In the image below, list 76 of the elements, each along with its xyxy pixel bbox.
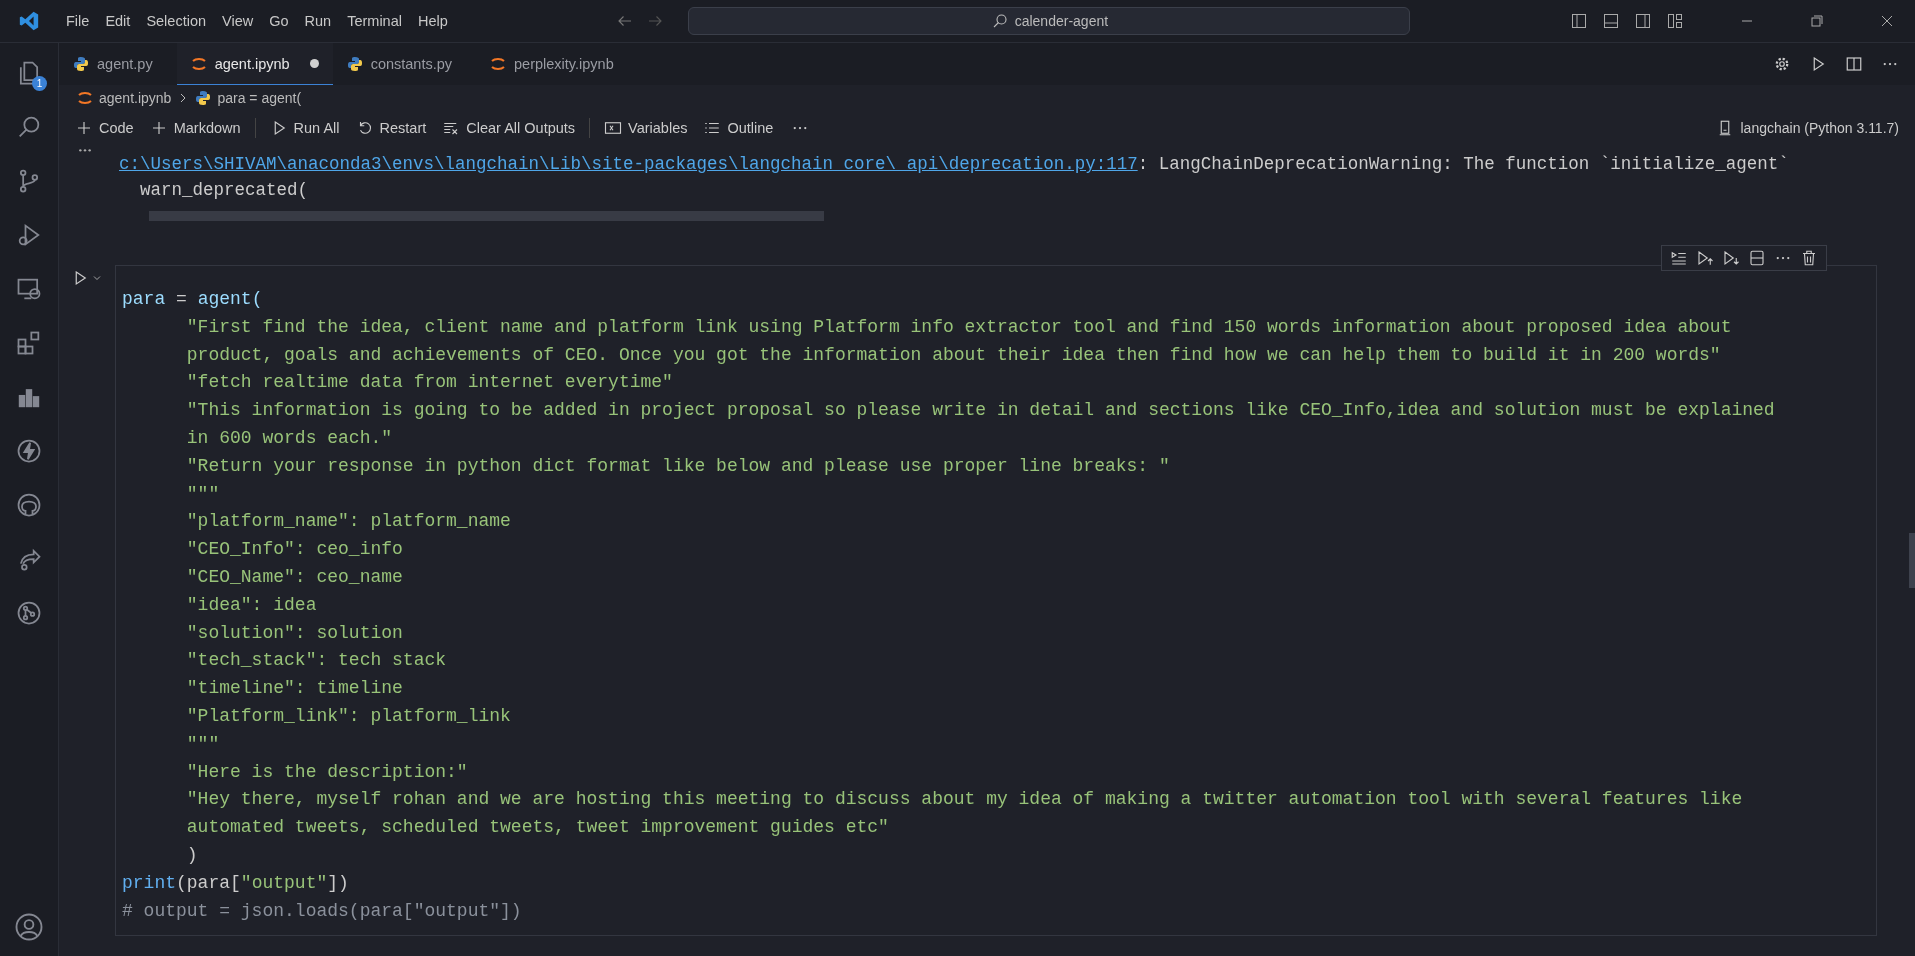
- toolbar-button[interactable]: Markdown: [143, 116, 247, 140]
- menu-item[interactable]: Edit: [97, 9, 139, 33]
- code-line: para = agent(: [121, 288, 264, 311]
- code-cell[interactable]: [115, 265, 1877, 937]
- code-line: "CEO_Name": ceo_name: [185, 565, 404, 589]
- layout-icon[interactable]: [1667, 13, 1683, 29]
- output-line: warn_deprecated(: [139, 179, 310, 202]
- menu-item[interactable]: View: [214, 9, 262, 33]
- breadcrumb-item[interactable]: para = agent(: [217, 90, 302, 106]
- vertical-scrollbar[interactable]: [1909, 533, 1915, 588]
- code-line: print(para["output"]): [121, 871, 350, 895]
- app-logo-icon[interactable]: [18, 10, 40, 32]
- restore-icon[interactable]: [1809, 13, 1825, 29]
- variables-icon: [604, 119, 623, 137]
- menu-item[interactable]: Help: [409, 9, 456, 33]
- plus-icon: [75, 119, 93, 137]
- code-line: "First find the idea, client name and platform link using Platform info extractor tool and find 150 words information about proposed idea about: [185, 315, 1733, 339]
- toolbar-button[interactable]: Run All: [263, 116, 346, 140]
- code-line: "Platform_link": platform_link: [185, 704, 512, 728]
- run-above-icon[interactable]: [1696, 249, 1714, 267]
- sidebar-toggle-icon[interactable]: [1571, 13, 1587, 29]
- code-line: ): [185, 843, 199, 867]
- code-line: automated tweets, scheduled tweets, tweet improvement guides etc": [185, 816, 890, 840]
- code-line: "Here is the description:": [185, 760, 469, 784]
- code-line: "This information is going to be added in project proposal so please write in detail and sections like CEO_Info,idea and solution must be explained: [185, 399, 1776, 423]
- code-line: "tech_stack": tech stack: [185, 649, 448, 673]
- notebook-file-icon: [190, 55, 207, 72]
- close-icon[interactable]: [1879, 13, 1895, 29]
- menu-item[interactable]: Selection: [138, 9, 215, 33]
- toolbar-button[interactable]: Restart: [349, 116, 433, 140]
- run-below-icon[interactable]: [1722, 249, 1740, 267]
- editor-tab[interactable]: agent.ipynb: [176, 43, 333, 85]
- code-line: """: [185, 482, 221, 506]
- git-circle-icon[interactable]: [15, 599, 43, 627]
- settings-icon[interactable]: [1773, 55, 1791, 73]
- code-line: "Hey there, myself rohan and we are hosting this meeting to discuss about my idea of making a twitter automation tool with several features like: [185, 788, 1744, 812]
- code-line: # output = json.loads(para["output"]): [121, 899, 523, 923]
- menu-item[interactable]: File: [58, 9, 98, 33]
- github-icon[interactable]: [15, 491, 43, 519]
- warning-message: c:\Users\SHIVAM\anaconda3\envs\langchain\Lib\site-packages\langchain_core\_api\deprecation.py:117: LangChainDeprecationWarning: The function `initialize_agent`: [119, 153, 1790, 176]
- breadcrumb-item[interactable]: agent.ipynb: [99, 90, 172, 106]
- search-field[interactable]: calender-agent: [688, 7, 1411, 35]
- code-line: "solution": solution: [185, 621, 404, 645]
- python-file-icon: [195, 90, 212, 106]
- code-line: product, goals and achievements of CEO. Once you got the information about their idea then find how we can help them to build it in 200 words": [185, 343, 1722, 367]
- notebook-file-icon: [490, 56, 507, 72]
- account-icon[interactable]: [14, 912, 44, 942]
- code-line: "fetch realtime data from internet everytime": [185, 371, 674, 395]
- menu-item[interactable]: Terminal: [339, 9, 410, 33]
- code-line: in 600 words each.": [185, 427, 394, 450]
- code-line: "idea": idea: [185, 593, 318, 617]
- menu-item[interactable]: Run: [296, 9, 340, 33]
- secondary-sidebar-icon[interactable]: [1635, 13, 1651, 29]
- toolbar-button[interactable]: Code: [69, 116, 140, 140]
- notebook-file-icon: [77, 90, 93, 106]
- kernel-picker[interactable]: langchain (Python 3.11.7): [1740, 120, 1899, 136]
- split-editor-icon[interactable]: [1845, 55, 1863, 73]
- split-cell-icon[interactable]: [1748, 249, 1766, 267]
- lightning-icon[interactable]: [15, 437, 43, 465]
- menu-item[interactable]: Go: [261, 9, 297, 33]
- horizontal-scrollbar[interactable]: [149, 211, 824, 221]
- delete-icon[interactable]: [1800, 249, 1818, 267]
- python-file-icon: [346, 56, 363, 72]
- code-line: "Return your response in python dict format like below and please use proper line breaks: ": [185, 454, 1171, 478]
- panel-toggle-icon[interactable]: [1603, 13, 1619, 29]
- code-line: "CEO_Info": ceo_info: [185, 538, 404, 562]
- file-link[interactable]: c:\Users\SHIVAM\anaconda3\envs\langchain\Lib\site-packages\langchain_core\_api\deprecation.py:117: [119, 154, 1138, 174]
- run-by-line-icon[interactable]: [1670, 249, 1688, 267]
- code-line: "platform_name": platform_name: [185, 510, 512, 534]
- code-line: "timeline": timeline: [185, 677, 404, 701]
- toolbar-button[interactable]: Variables: [598, 116, 694, 140]
- code-line: """: [185, 732, 221, 756]
- toolbar-button[interactable]: Clear All Outputs: [436, 116, 582, 140]
- notification-badge: 1: [32, 76, 47, 91]
- python-file-icon: [73, 56, 89, 72]
- toolbar-button[interactable]: Outline: [697, 116, 780, 140]
